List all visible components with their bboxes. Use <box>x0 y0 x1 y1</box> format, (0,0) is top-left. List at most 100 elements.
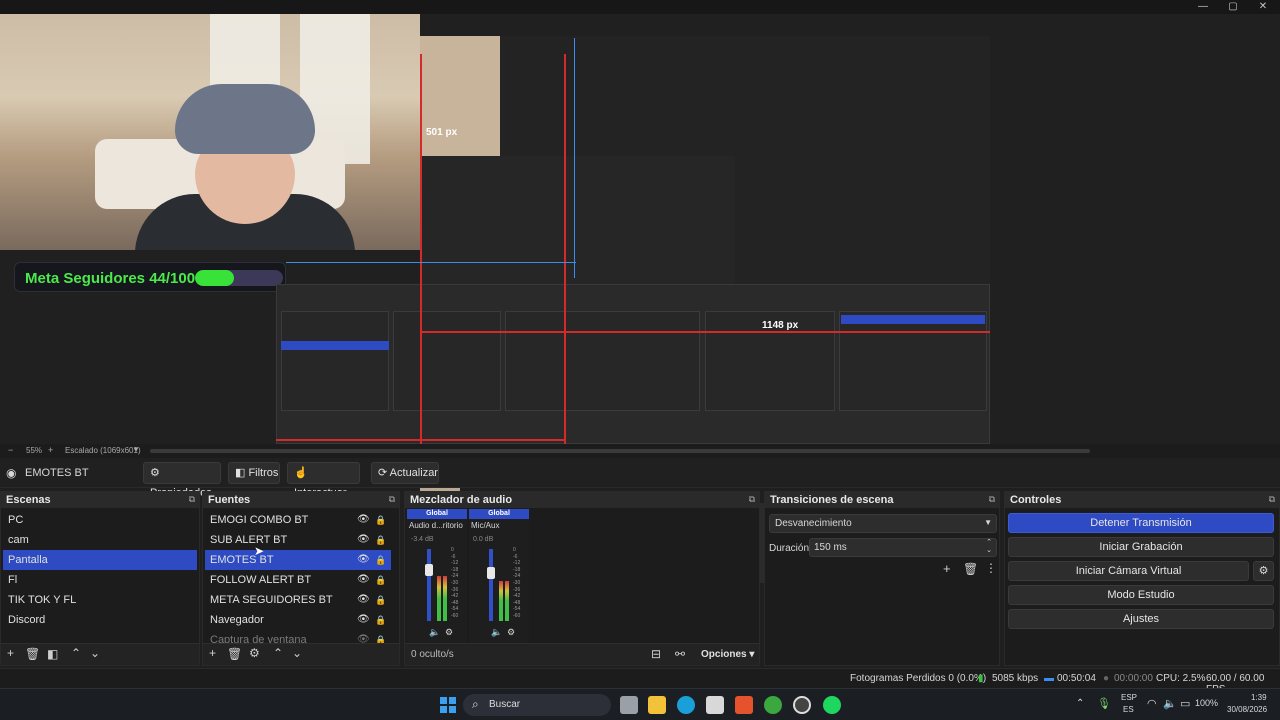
zoom-in-button[interactable]: + <box>48 445 53 455</box>
lock-icon[interactable]: 🔒 <box>375 570 386 590</box>
visibility-eye-icon[interactable]: 👁 <box>357 590 370 610</box>
microphone-icon[interactable]: 🎙 <box>1097 697 1111 710</box>
visibility-eye-icon[interactable]: 👁 <box>357 530 370 550</box>
filters-button[interactable]: ◧ Filtros <box>228 462 280 484</box>
clock-time[interactable]: 1:39 <box>1251 693 1267 702</box>
add-scene-button[interactable]: + <box>7 646 14 660</box>
link-icon[interactable]: ⚯ <box>675 647 685 661</box>
trash-icon[interactable]: 🗑 <box>227 647 242 661</box>
source-item[interactable]: SUB ALERT BT 👁 🔒 <box>205 530 391 550</box>
gear-icon[interactable]: ⚙ <box>249 646 260 660</box>
xbox-icon[interactable] <box>764 696 782 714</box>
scene-item[interactable]: Pantalla <box>3 550 197 570</box>
wifi-icon[interactable]: ◠ <box>1147 697 1157 710</box>
store-icon[interactable] <box>706 696 724 714</box>
visibility-eye-icon[interactable]: 👁 <box>357 610 370 630</box>
scene-item[interactable]: cam <box>3 530 197 550</box>
source-item[interactable]: FOLLOW ALERT BT 👁 🔒 <box>205 570 391 590</box>
scale-dropdown-icon[interactable]: ▼ <box>132 445 140 454</box>
language-top[interactable]: ESP <box>1121 693 1137 702</box>
scene-item[interactable]: PC <box>3 510 197 530</box>
speaker-icon[interactable]: 🔈 <box>491 627 502 638</box>
volume-slider-knob[interactable] <box>425 564 433 577</box>
scene-item[interactable]: Fl <box>3 570 197 590</box>
lock-icon[interactable]: 🔒 <box>375 590 386 610</box>
task-view-icon[interactable] <box>620 696 638 714</box>
lock-icon[interactable]: 🔒 <box>375 510 386 530</box>
source-item[interactable]: EMOGI COMBO BT 👁 🔒 <box>205 510 391 530</box>
record-time: 00:00:00 <box>1114 673 1153 684</box>
transition-select[interactable]: Desvanecimiento ▼ <box>769 514 997 533</box>
meter-scale-label: -54 <box>451 606 459 613</box>
controls-title: Controles <box>1005 492 1279 508</box>
mouse-cursor-icon: ➤ <box>254 544 265 558</box>
move-up-icon[interactable]: ⌃ <box>71 646 81 660</box>
add-transition-button[interactable]: + <box>943 561 951 576</box>
lock-icon[interactable]: 🔒 <box>375 530 386 550</box>
visibility-eye-icon[interactable]: 👁 <box>357 570 370 590</box>
interact-button[interactable]: ☝ Interactuar <box>287 462 360 499</box>
mixer-layout-icon[interactable]: ⊟ <box>651 647 661 661</box>
channel-name[interactable]: Mic/Aux <box>471 521 527 530</box>
window-title-bar: — ▢ ✕ <box>0 0 1280 14</box>
chevron-up-icon[interactable]: ⌃ <box>1076 698 1084 709</box>
gear-icon[interactable]: ⚙ <box>507 627 515 638</box>
edge-icon[interactable] <box>677 696 695 714</box>
settings-button[interactable]: Ajustes <box>1008 609 1274 629</box>
undock-icon[interactable]: ⧉ <box>749 494 755 505</box>
move-down-icon[interactable]: ⌄ <box>292 646 302 660</box>
zoom-out-button[interactable]: − <box>8 445 13 455</box>
scene-item[interactable]: TIK TOK Y FL <box>3 590 197 610</box>
minimize-button[interactable]: — <box>1188 0 1218 14</box>
scale-label: Escalado (1069x601) <box>65 446 141 455</box>
speaker-icon[interactable]: 🔈 <box>429 627 440 638</box>
more-options-icon[interactable]: ⋮ <box>985 561 997 575</box>
volume-slider[interactable] <box>489 549 493 621</box>
gear-icon[interactable]: ⚙ <box>445 627 453 638</box>
visibility-eye-icon[interactable]: 👁 <box>357 510 370 530</box>
studio-mode-button[interactable]: Modo Estudio <box>1008 585 1274 605</box>
visibility-eye-icon[interactable]: 👁 <box>357 550 370 570</box>
add-source-button[interactable]: + <box>209 646 216 660</box>
preview-scrollbar[interactable] <box>150 449 1090 453</box>
windows-start-icon[interactable] <box>440 697 456 713</box>
channel-name[interactable]: Audio d...ritorio <box>409 521 465 530</box>
obs-icon[interactable] <box>793 696 811 714</box>
virtual-camera-settings-gear-icon[interactable]: ⚙ <box>1253 561 1274 581</box>
start-recording-button[interactable]: Iniciar Grabación <box>1008 537 1274 557</box>
battery-icon[interactable]: ▭ <box>1180 697 1190 710</box>
file-explorer-icon[interactable] <box>648 696 666 714</box>
trash-icon[interactable]: 🗑 <box>963 562 978 576</box>
scene-item[interactable]: Discord <box>3 610 197 630</box>
stop-stream-button[interactable]: Detener Transmisión <box>1008 513 1274 533</box>
move-up-icon[interactable]: ⌃ <box>273 646 283 660</box>
lock-icon[interactable]: 🔒 <box>375 610 386 630</box>
volume-slider-knob[interactable] <box>487 567 495 579</box>
stream-icon: ▬ <box>1044 673 1054 684</box>
close-button[interactable]: ✕ <box>1248 0 1278 14</box>
mixer-options-button[interactable]: Opciones ▾ <box>701 649 754 660</box>
brave-icon[interactable] <box>735 696 753 714</box>
source-item[interactable]: EMOTES BT 👁 🔒 <box>205 550 391 570</box>
source-item[interactable]: META SEGUIDORES BT 👁 🔒 <box>205 590 391 610</box>
preview-canvas[interactable]: Meta Seguidores 44/100 501 px 1148 px <box>0 14 1280 583</box>
taskbar-search[interactable]: ⌕ Buscar <box>463 694 611 716</box>
volume-slider[interactable] <box>427 549 431 621</box>
maximize-button[interactable]: ▢ <box>1218 0 1248 14</box>
undock-icon[interactable]: ⧉ <box>1269 494 1275 505</box>
scene-filters-icon[interactable]: ◧ <box>47 647 58 661</box>
source-item[interactable]: Navegador 👁 🔒 <box>205 610 391 630</box>
move-down-icon[interactable]: ⌄ <box>90 646 100 660</box>
volume-icon[interactable]: 🔈 <box>1163 697 1177 710</box>
duration-input[interactable]: 150 ms ⌃ ⌄ <box>809 538 997 557</box>
spotify-icon[interactable] <box>823 696 841 714</box>
trash-icon[interactable]: 🗑 <box>25 647 40 661</box>
properties-button[interactable]: ⚙ Propiedades <box>143 462 221 499</box>
undock-icon[interactable]: ⧉ <box>989 494 995 505</box>
undock-icon[interactable]: ⧉ <box>189 494 195 505</box>
refresh-button[interactable]: ⟳ Actualizar <box>371 462 439 484</box>
virtual-camera-button[interactable]: Iniciar Cámara Virtual <box>1008 561 1249 581</box>
undock-icon[interactable]: ⧉ <box>389 494 395 505</box>
stepper-icon[interactable]: ⌃ ⌄ <box>986 539 992 555</box>
lock-icon[interactable]: 🔒 <box>375 550 386 570</box>
